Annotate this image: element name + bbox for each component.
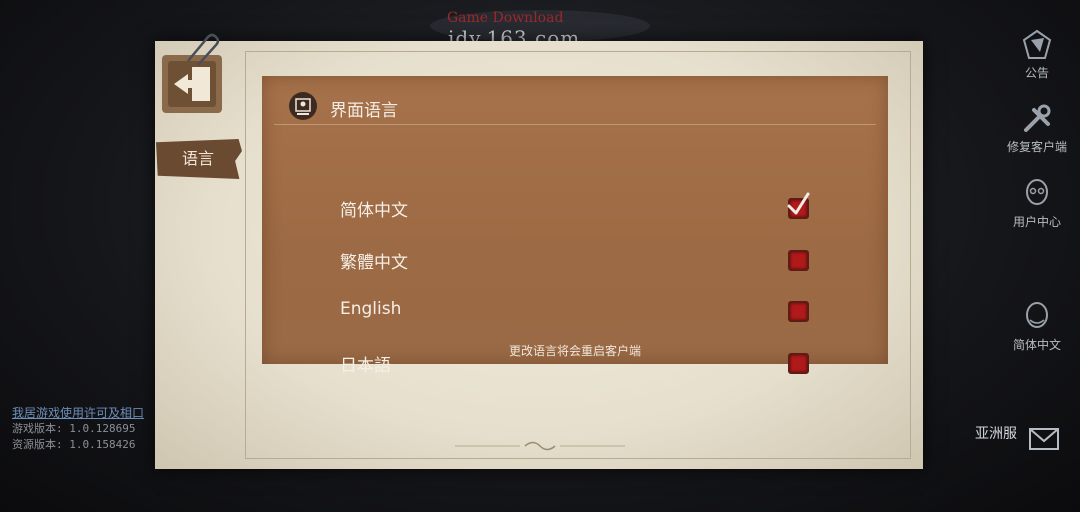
side-item-user-center[interactable]: 用户中心 bbox=[994, 177, 1080, 230]
side-item-repair[interactable]: 修复客户端 bbox=[994, 102, 1080, 155]
side-item-label: 修复客户端 bbox=[1006, 140, 1067, 154]
option-label: 简体中文 bbox=[340, 201, 408, 221]
game-version: 游戏版本: 1.0.128695 bbox=[12, 422, 136, 435]
option-english[interactable]: English bbox=[340, 293, 860, 327]
checkbox[interactable] bbox=[788, 250, 809, 271]
user-center-icon bbox=[1026, 179, 1048, 205]
language-dialog: 语言 界面语言 简体中文 繁體中文 English 日本語 更改语言将会重启客户… bbox=[155, 33, 923, 469]
license-link[interactable]: 我居游戏使用许可及相口 bbox=[12, 405, 144, 421]
version-info: 我居游戏使用许可及相口 游戏版本: 1.0.128695 资源版本: 1.0.1… bbox=[12, 405, 144, 453]
game-download-title: Game Download bbox=[447, 10, 564, 26]
side-item-label: 用户中心 bbox=[1012, 215, 1061, 229]
side-item-language[interactable]: 简体中文 bbox=[994, 300, 1080, 353]
option-traditional-chinese[interactable]: 繁體中文 bbox=[340, 242, 860, 276]
server-region-label[interactable]: 亚洲服 bbox=[975, 423, 1017, 443]
option-label: English bbox=[340, 299, 402, 319]
server-envelope-icon[interactable] bbox=[1026, 420, 1062, 456]
footer-ornament bbox=[455, 441, 625, 451]
header-divider bbox=[274, 124, 876, 125]
resource-version: 资源版本: 1.0.158426 bbox=[12, 438, 136, 451]
option-simplified-chinese[interactable]: 简体中文 bbox=[340, 190, 860, 224]
side-item-label: 公告 bbox=[1024, 66, 1049, 80]
tab-language[interactable]: 语言 bbox=[156, 139, 242, 179]
side-item-announcement[interactable]: 公告 bbox=[994, 28, 1080, 81]
panel-header: 界面语言 bbox=[262, 76, 888, 126]
side-item-label: 简体中文 bbox=[1012, 338, 1061, 352]
option-label: 繁體中文 bbox=[340, 253, 408, 273]
image-frame-icon bbox=[289, 92, 317, 120]
checkmark-icon bbox=[787, 192, 810, 215]
restart-notice: 更改语言将会重启客户端 bbox=[508, 344, 641, 358]
announcement-icon bbox=[1022, 29, 1052, 59]
repair-tools-icon bbox=[1024, 104, 1051, 132]
language-panel: 界面语言 简体中文 繁體中文 English 日本語 更改语言将会重启客户端 bbox=[262, 76, 888, 376]
checkbox[interactable] bbox=[788, 301, 809, 322]
paper-clip-icon bbox=[187, 33, 220, 66]
section-title: 界面语言 bbox=[330, 101, 398, 121]
language-icon bbox=[1026, 302, 1048, 328]
